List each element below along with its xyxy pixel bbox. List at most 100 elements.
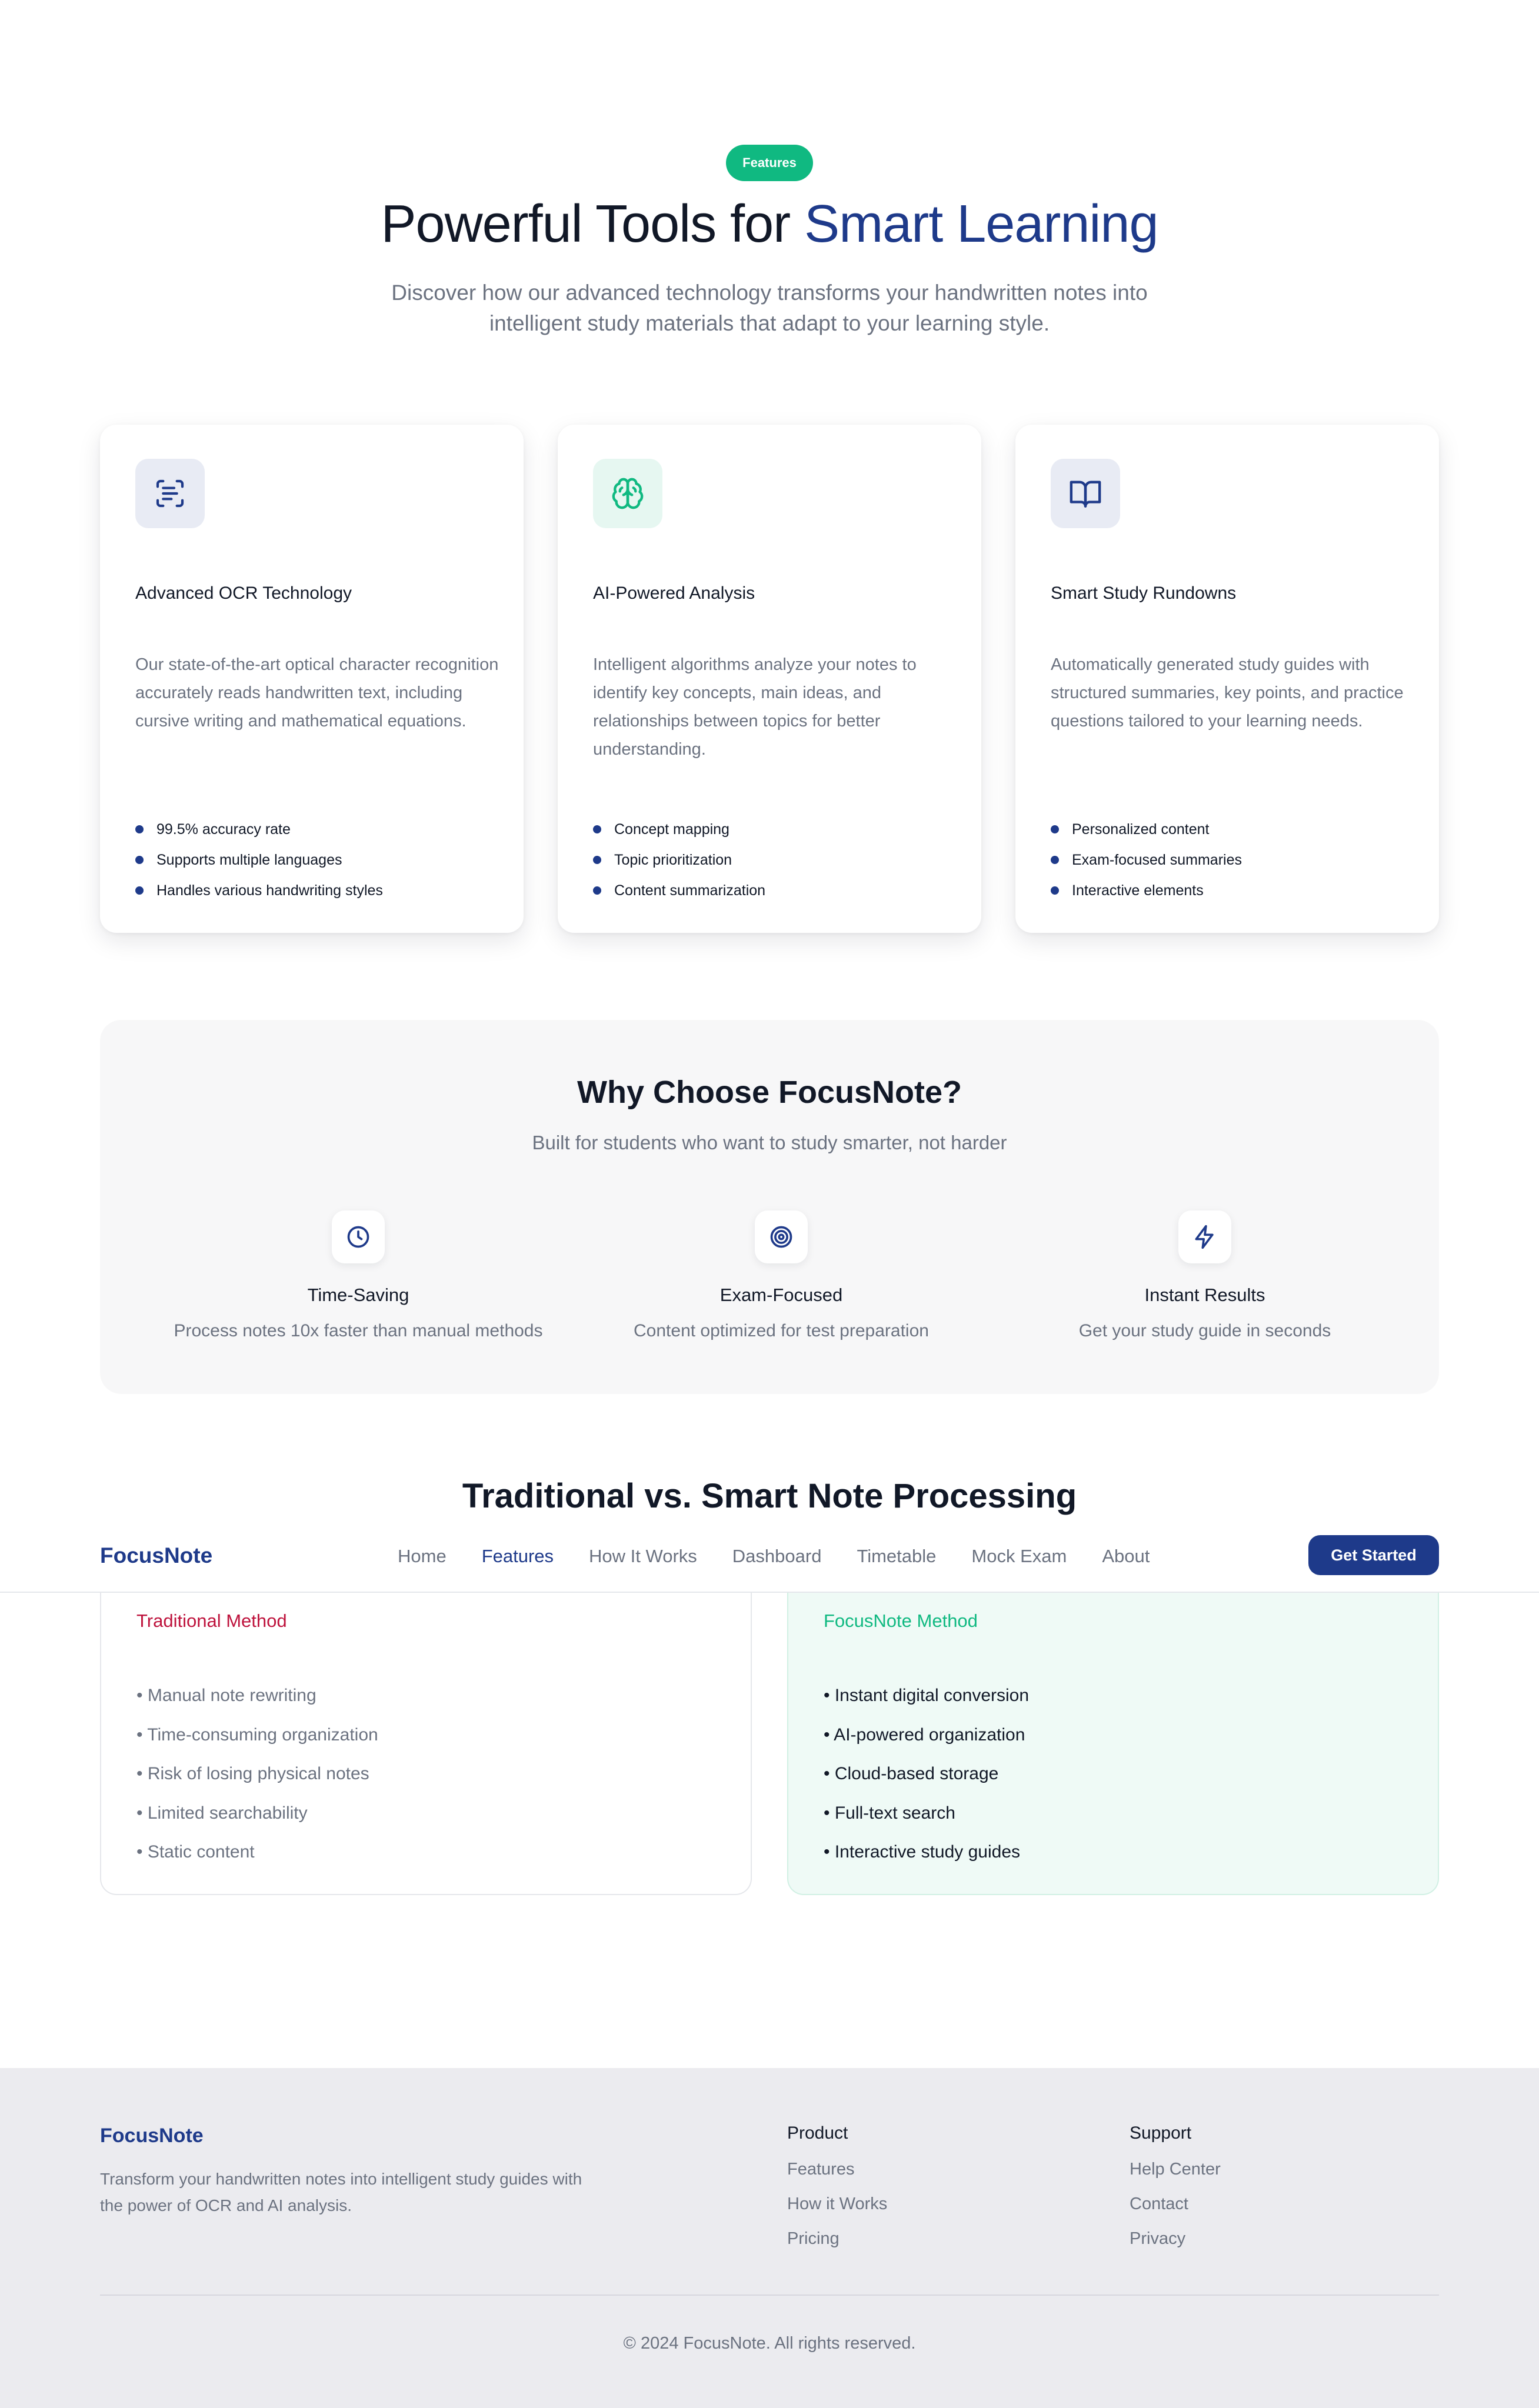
feature-title: Advanced OCR Technology [135, 583, 352, 603]
clock-icon [332, 1210, 385, 1263]
footer-link-privacy[interactable]: Privacy [1130, 2229, 1221, 2264]
list-item: • AI-powered organization [824, 1725, 1025, 1745]
nav-links: Home Features How It Works Dashboard Tim… [398, 1546, 1150, 1567]
nav-link-how-it-works[interactable]: How It Works [589, 1546, 697, 1567]
footer-link-features[interactable]: Features [787, 2160, 887, 2194]
feature-card-ocr: Advanced OCR Technology Our state-of-the… [100, 425, 524, 933]
title-part-plain: Powerful Tools for [381, 195, 805, 254]
feature-title: AI-Powered Analysis [593, 583, 755, 603]
list-item: Exam-focused summaries [1051, 845, 1242, 875]
focusnote-method-card: FocusNote Method • Instant digital conve… [787, 1559, 1439, 1895]
bullet-text: Concept mapping [614, 821, 729, 838]
nav-link-timetable[interactable]: Timetable [857, 1546, 936, 1567]
footer-column-heading: Support [1130, 2123, 1192, 2143]
bullet-dot [1051, 856, 1059, 864]
footer-logo[interactable]: FocusNote [100, 2124, 204, 2147]
nav-link-features[interactable]: Features [482, 1546, 554, 1567]
bullet-text: Content summarization [614, 882, 766, 899]
comparison-title: Traditional vs. Smart Note Processing [462, 1477, 1077, 1515]
nav-link-dashboard[interactable]: Dashboard [732, 1546, 822, 1567]
scan-text-icon [135, 459, 205, 528]
traditional-method-card: Traditional Method • Manual note rewriti… [100, 1559, 752, 1895]
list-item: Concept mapping [593, 814, 765, 845]
bullet-text: Exam-focused summaries [1072, 852, 1242, 868]
feature-bullets: Personalized content Exam-focused summar… [1051, 814, 1242, 906]
list-item: • Risk of losing physical notes [136, 1764, 369, 1783]
traditional-list: • Manual note rewriting • Time-consuming… [136, 1676, 378, 1872]
title-part-accent: Smart Learning [804, 195, 1158, 254]
page-subtitle: Discover how our advanced technology tra… [391, 281, 1148, 335]
benefit-description: Content optimized for test preparation [634, 1321, 929, 1340]
footer-link-pricing[interactable]: Pricing [787, 2229, 887, 2264]
footer-column-support: Support Help Center Contact Privacy [1130, 2123, 1221, 2264]
focusnote-list: • Instant digital conversion • AI-powere… [824, 1676, 1029, 1872]
list-item: • Instant digital conversion [824, 1686, 1030, 1705]
footer-description: Transform your handwritten notes into in… [100, 2170, 582, 2214]
bullet-text: Topic prioritization [614, 852, 732, 868]
feature-title: Smart Study Rundowns [1051, 583, 1237, 603]
footer-link-help-center[interactable]: Help Center [1130, 2160, 1221, 2194]
list-item: Handles various handwriting styles [135, 875, 383, 906]
feature-description: Automatically generated study guides wit… [1051, 655, 1404, 731]
feature-description: Intelligent algorithms analyze your note… [593, 655, 917, 759]
card-heading: Traditional Method [136, 1610, 287, 1631]
top-navbar: FocusNote Home Features How It Works Das… [0, 1523, 1539, 1593]
card-heading: FocusNote Method [824, 1610, 978, 1631]
list-item: • Full-text search [824, 1803, 955, 1823]
benefit-title: Instant Results [1144, 1285, 1265, 1305]
nav-link-home[interactable]: Home [398, 1546, 447, 1567]
book-open-icon [1051, 459, 1120, 528]
list-item: • Interactive study guides [824, 1842, 1021, 1862]
benefit-time-saving: Time-Saving Process notes 10x faster tha… [146, 1210, 570, 1341]
feature-description: Our state-of-the-art optical character r… [135, 655, 499, 731]
footer-link-contact[interactable]: Contact [1130, 2194, 1221, 2229]
footer-column-heading: Product [787, 2123, 848, 2143]
bullet-text: Handles various handwriting styles [156, 882, 383, 899]
bullet-dot [1051, 825, 1059, 833]
footer-link-how-it-works[interactable]: How it Works [787, 2194, 887, 2229]
list-item: Supports multiple languages [135, 845, 383, 875]
list-item: • Time-consuming organization [136, 1725, 378, 1745]
brain-icon [593, 459, 662, 528]
bullet-dot [1051, 886, 1059, 895]
feature-card-rundowns: Smart Study Rundowns Automatically gener… [1015, 425, 1439, 933]
benefit-description: Process notes 10x faster than manual met… [174, 1321, 543, 1340]
benefit-exam-focused: Exam-Focused Content optimized for test … [569, 1210, 993, 1341]
list-item: • Cloud-based storage [824, 1764, 999, 1783]
get-started-button[interactable]: Get Started [1308, 1535, 1439, 1575]
bullet-dot [593, 856, 601, 864]
list-item: • Manual note rewriting [136, 1686, 317, 1705]
feature-bullets: 99.5% accuracy rate Supports multiple la… [135, 814, 383, 906]
bullet-text: 99.5% accuracy rate [156, 821, 291, 838]
section-title: Why Choose FocusNote? [577, 1075, 962, 1110]
why-choose-section: Why Choose FocusNote? Built for students… [100, 1020, 1439, 1394]
bullet-text: Supports multiple languages [156, 852, 342, 868]
benefit-instant-results: Instant Results Get your study guide in … [993, 1210, 1417, 1341]
nav-link-mock-exam[interactable]: Mock Exam [971, 1546, 1067, 1567]
list-item: • Limited searchability [136, 1803, 308, 1823]
nav-link-about[interactable]: About [1102, 1546, 1150, 1567]
feature-bullets: Concept mapping Topic prioritization Con… [593, 814, 765, 906]
list-item: • Static content [136, 1842, 255, 1862]
footer: FocusNote Transform your handwritten not… [0, 2068, 1539, 2408]
footer-column-product: Product Features How it Works Pricing [787, 2123, 887, 2264]
benefit-title: Time-Saving [307, 1285, 409, 1305]
list-item: Content summarization [593, 875, 765, 906]
bullet-dot [135, 886, 144, 895]
target-icon [755, 1210, 808, 1263]
bullet-text: Interactive elements [1072, 882, 1204, 899]
bullet-text: Personalized content [1072, 821, 1210, 838]
bullet-dot [135, 825, 144, 833]
feature-card-ai: AI-Powered Analysis Intelligent algorith… [558, 425, 981, 933]
page-title: Powerful Tools for Smart Learning [0, 194, 1539, 255]
brand-logo[interactable]: FocusNote [100, 1543, 212, 1568]
bullet-dot [135, 856, 144, 864]
bullet-dot [593, 825, 601, 833]
features-badge: Features [726, 145, 813, 181]
bullet-dot [593, 886, 601, 895]
zap-icon [1178, 1210, 1231, 1263]
list-item: Personalized content [1051, 814, 1242, 845]
footer-divider [100, 2294, 1439, 2296]
list-item: Topic prioritization [593, 845, 765, 875]
benefit-title: Exam-Focused [719, 1285, 843, 1305]
